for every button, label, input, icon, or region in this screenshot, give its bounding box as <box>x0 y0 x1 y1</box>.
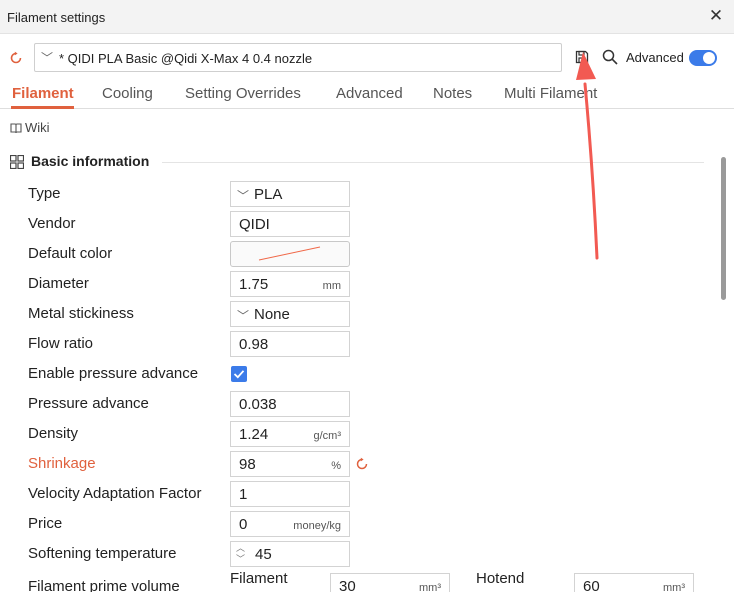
flow-ratio-input[interactable]: 0.98 <box>230 331 350 357</box>
scrollbar[interactable] <box>721 157 726 300</box>
enable-pressure-advance-checkbox[interactable] <box>231 366 247 382</box>
diameter-label: Diameter <box>28 275 89 292</box>
softening-temperature-label: Softening temperature <box>28 545 177 562</box>
default-color-label: Default color <box>28 245 113 262</box>
pressure-advance-input[interactable]: 0.038 <box>230 391 350 417</box>
preset-dropdown[interactable]: ﹀ * QIDI PLA Basic @Qidi X-Max 4 0.4 noz… <box>34 43 562 72</box>
tab-bar: Filament Cooling Setting Overrides Advan… <box>0 78 734 109</box>
density-label: Density <box>28 425 79 442</box>
pressure-advance-label: Pressure advance <box>28 395 149 412</box>
type-select[interactable]: ﹀ PLA <box>230 181 350 207</box>
filament-prime-volume-label: Filament prime volume <box>28 578 180 592</box>
velocity-adaptation-factor-value: 1 <box>239 486 248 503</box>
window-title: Filament settings <box>7 10 106 25</box>
title-bar: Filament settings ✕ <box>0 0 734 34</box>
chevron-down-icon: ﹀ <box>237 309 250 323</box>
tab-multi-filament[interactable]: Multi Filament <box>504 85 597 102</box>
price-label: Price <box>28 515 63 532</box>
grid-icon <box>10 155 24 169</box>
vendor-label: Vendor <box>28 215 76 232</box>
price-input[interactable]: 0 money/kg <box>230 511 350 537</box>
price-unit: money/kg <box>293 520 341 532</box>
tab-advanced[interactable]: Advanced <box>336 85 403 102</box>
metal-stickiness-value: None <box>254 306 290 323</box>
density-value: 1.24 <box>239 426 269 443</box>
softening-temperature-spinner[interactable]: ︿ ﹀ 45 <box>230 541 350 567</box>
flow-ratio-label: Flow ratio <box>28 335 94 352</box>
search-icon[interactable] <box>602 49 618 65</box>
price-value: 0 <box>239 516 248 533</box>
preset-name: * QIDI PLA Basic @Qidi X-Max 4 0.4 nozzl… <box>59 51 313 66</box>
velocity-adaptation-factor-label: Velocity Adaptation Factor <box>28 485 202 502</box>
reset-value-icon[interactable] <box>355 457 369 471</box>
metal-stickiness-select[interactable]: ﹀ None <box>230 301 350 327</box>
tab-cooling[interactable]: Cooling <box>102 85 153 102</box>
metal-stickiness-label: Metal stickiness <box>28 305 134 322</box>
filament-sublabel: Filament <box>230 570 288 587</box>
hotend-prime-volume-input[interactable]: 60 mm³ <box>574 573 694 592</box>
checkmark-icon <box>233 370 245 379</box>
chevron-down-icon: ﹀ <box>237 189 250 203</box>
filament-prime-volume-input[interactable]: 30 mm³ <box>330 573 450 592</box>
density-input[interactable]: 1.24 g/cm³ <box>230 421 350 447</box>
advanced-toggle[interactable] <box>689 50 717 66</box>
color-swatch <box>258 246 321 261</box>
section-title: Basic information <box>31 153 150 169</box>
diameter-value: 1.75 <box>239 276 269 293</box>
default-color-button[interactable] <box>230 241 350 267</box>
book-icon <box>10 123 22 134</box>
tab-notes[interactable]: Notes <box>433 85 472 102</box>
diameter-input[interactable]: 1.75 mm <box>230 271 350 297</box>
advanced-label: Advanced <box>626 50 684 65</box>
tab-setting-overrides[interactable]: Setting Overrides <box>185 85 301 102</box>
vendor-input[interactable]: QIDI <box>230 211 350 237</box>
softening-temperature-value: 45 <box>255 546 272 563</box>
shrinkage-label: Shrinkage <box>28 455 96 472</box>
toggle-knob <box>703 52 715 64</box>
filament-prime-volume-unit: mm³ <box>419 582 441 592</box>
reset-icon[interactable] <box>9 51 23 65</box>
type-value: PLA <box>254 186 283 203</box>
shrinkage-input[interactable]: 98 % <box>230 451 350 477</box>
pressure-advance-value: 0.038 <box>239 396 277 413</box>
flow-ratio-value: 0.98 <box>239 336 269 353</box>
chevron-down-icon: ﹀ <box>41 51 54 65</box>
save-icon[interactable] <box>575 50 589 64</box>
divider <box>162 162 704 163</box>
active-tab-indicator <box>11 106 74 109</box>
shrinkage-value: 98 <box>239 456 256 473</box>
close-icon[interactable]: ✕ <box>706 6 726 26</box>
filament-prime-volume-value: 30 <box>339 578 356 592</box>
diameter-unit: mm <box>322 280 341 292</box>
hotend-sublabel: Hotend <box>476 570 525 587</box>
tab-filament[interactable]: Filament <box>12 85 74 102</box>
hotend-prime-volume-unit: mm³ <box>663 582 685 592</box>
shrinkage-unit: % <box>331 460 341 472</box>
wiki-label: Wiki <box>25 120 50 135</box>
enable-pressure-advance-label: Enable pressure advance <box>28 365 199 382</box>
density-unit: g/cm³ <box>313 430 342 442</box>
wiki-link[interactable]: Wiki <box>10 120 50 135</box>
hotend-prime-volume-value: 60 <box>583 578 600 592</box>
velocity-adaptation-factor-input[interactable]: 1 <box>230 481 350 507</box>
type-label: Type <box>28 185 61 202</box>
vendor-value: QIDI <box>239 216 270 233</box>
spin-arrows-icon[interactable]: ︿ ﹀ <box>236 543 245 565</box>
